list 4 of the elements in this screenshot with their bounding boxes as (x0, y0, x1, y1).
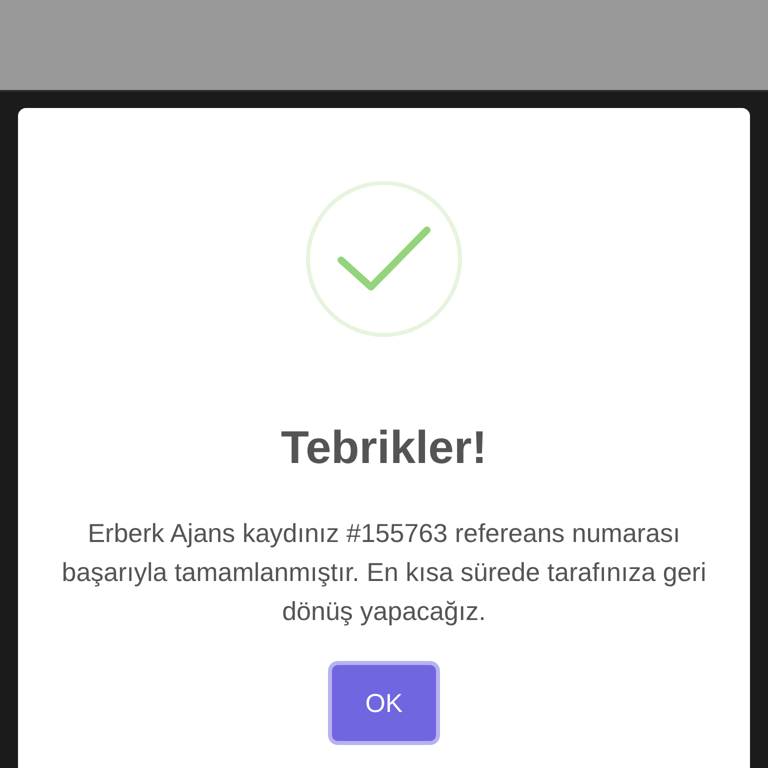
success-check-icon (305, 180, 463, 338)
dialog-title: Tebrikler! (280, 424, 488, 470)
ok-button[interactable]: OK (332, 665, 436, 741)
dialog-message: Erberk Ajans kaydınız #155763 refereans numarası başarıyla tamamlanmıştır. En kısa sürede tarafınıza geri dönüş yapacağız. (60, 517, 708, 628)
